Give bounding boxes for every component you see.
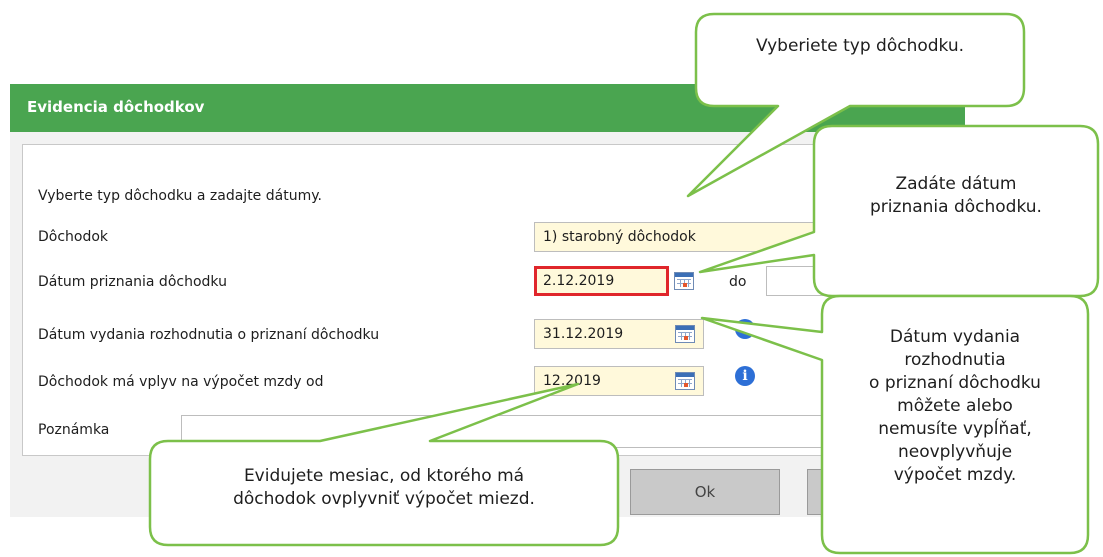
callout-influence-text: Evidujete mesiac, od ktorého má dôchodok… (160, 465, 608, 511)
callout-type-text: Vyberiete typ dôchodku. (706, 35, 1014, 58)
callout-decision-line: môžete alebo (897, 396, 1013, 416)
callout-decision-text: Dátum vydania rozhodnutia o priznaní dôc… (832, 326, 1078, 487)
callout-decision-line: Dátum vydania (889, 327, 1021, 347)
callout-grant-line: Zadáte dátum (895, 174, 1017, 194)
callout-decision-line: neovplyvňuje (897, 442, 1013, 462)
callout-influence-line: Evidujete mesiac, od ktorého má (243, 466, 525, 486)
callout-grant-text: Zadáte dátum priznania dôchodku. (824, 173, 1088, 219)
callout-decision-line: nemusíte vypĺňať, (878, 419, 1032, 439)
callout-decision-line: o priznaní dôchodku (869, 373, 1041, 393)
callout-influence-line: dôchodok ovplyvniť výpočet miezd. (233, 489, 535, 509)
callout-decision-line: výpočet mzdy. (893, 465, 1017, 485)
callout-decision-line: rozhodnutia (904, 350, 1006, 370)
callout-grant-line: priznania dôchodku. (870, 197, 1042, 217)
callout-type-line: Vyberiete typ dôchodku. (755, 36, 965, 56)
